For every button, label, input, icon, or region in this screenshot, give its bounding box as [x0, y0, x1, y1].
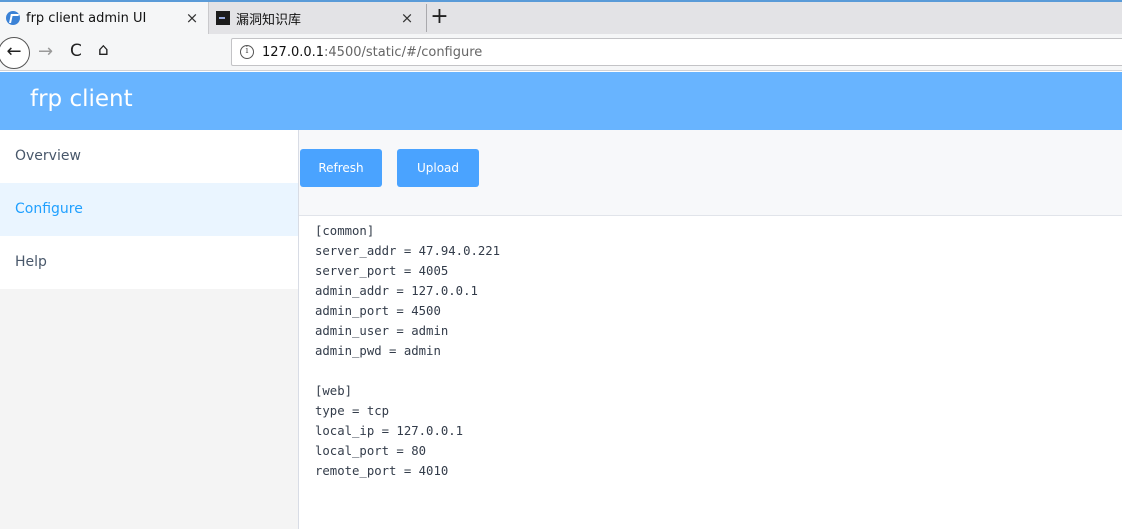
app-title: frp client — [30, 86, 133, 112]
browser-tab-bar: frp client admin UI × 漏洞知识库 × + — [0, 0, 1122, 34]
config-line: [common] — [315, 224, 375, 238]
frp-favicon-icon — [6, 11, 20, 25]
upload-button[interactable]: Upload — [397, 149, 479, 187]
config-line: server_addr = 47.94.0.221 — [315, 244, 501, 258]
config-line: remote_port = 4010 — [315, 464, 449, 478]
config-line: admin_pwd = admin — [315, 344, 441, 358]
url-path: :4500/static/#/configure — [324, 44, 483, 60]
home-icon[interactable]: ⌂ — [98, 40, 109, 60]
close-tab-icon[interactable]: × — [182, 9, 202, 27]
tab-title: frp client admin UI — [26, 10, 147, 26]
tab-title: 漏洞知识库 — [236, 12, 302, 28]
sidebar-item-configure[interactable]: Configure — [0, 183, 298, 236]
sidebar-item-help[interactable]: Help — [0, 236, 298, 289]
info-icon[interactable]: i — [240, 45, 254, 59]
new-tab-button[interactable]: + — [426, 4, 452, 32]
config-line: [web] — [315, 384, 353, 398]
address-bar[interactable]: i 127.0.0.1 :4500/static/#/configure — [231, 38, 1122, 66]
sidebar-menu: Overview Configure Help — [0, 130, 298, 529]
config-line: admin_user = admin — [315, 324, 449, 338]
terminal-favicon-icon — [216, 11, 230, 25]
config-line: admin_port = 4500 — [315, 304, 441, 318]
reload-icon[interactable]: C — [70, 41, 82, 61]
back-arrow-icon[interactable]: ← — [0, 37, 30, 69]
sidebar-item-overview[interactable]: Overview — [0, 130, 298, 183]
config-line: admin_addr = 127.0.0.1 — [315, 284, 478, 298]
configure-toolbar: Refresh Upload — [299, 130, 1122, 216]
browser-tab-frp[interactable]: frp client admin UI × — [0, 2, 209, 34]
browser-tab-vuln-kb[interactable]: 漏洞知识库 × — [210, 2, 423, 34]
config-line — [299, 361, 1122, 381]
forward-arrow-icon[interactable]: → — [38, 41, 53, 62]
config-line: local_port = 80 — [315, 444, 427, 458]
app-header: frp client — [0, 72, 1122, 130]
refresh-button[interactable]: Refresh — [300, 149, 382, 187]
config-line: local_ip = 127.0.0.1 — [315, 424, 464, 438]
browser-nav-bar: ← → C ⌂ i 127.0.0.1 :4500/static/#/confi… — [0, 34, 1122, 71]
url-host: 127.0.0.1 — [262, 44, 325, 60]
config-text: [common] server_addr = 47.94.0.221 serve… — [299, 217, 1122, 481]
config-editor[interactable]: [common] server_addr = 47.94.0.221 serve… — [299, 217, 1122, 529]
close-tab-icon[interactable]: × — [397, 9, 417, 27]
config-line: type = tcp — [315, 404, 390, 418]
config-line: server_port = 4005 — [315, 264, 449, 278]
